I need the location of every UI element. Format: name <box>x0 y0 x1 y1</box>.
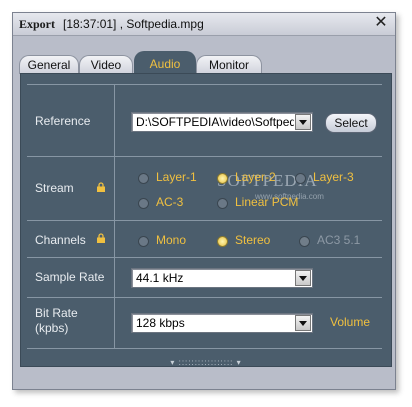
lock-icon <box>97 182 105 192</box>
resize-grip[interactable]: ▾ ::::::::::::::::: ▾ <box>151 359 261 367</box>
tab-bar: General Video Audio Monitor <box>13 51 395 74</box>
sample-rate-select[interactable]: 44.1 kHz <box>131 268 313 288</box>
select-button[interactable]: Select <box>325 113 377 133</box>
tab-audio[interactable]: Audio <box>134 51 196 74</box>
stream-label: Stream <box>35 181 74 195</box>
reference-path-value: D:\SOFTPEDIA\video\Softpedia <box>136 115 294 129</box>
lock-icon <box>97 233 105 243</box>
volume-label[interactable]: Volume <box>330 315 370 329</box>
audio-panel: SOFTPEDIA www.softpedia.com Reference D:… <box>20 73 392 367</box>
export-window: Export [18:37:01] , Softpedia.mpg ✕ Gene… <box>12 12 396 390</box>
title-bar: Export [18:37:01] , Softpedia.mpg ✕ <box>13 13 395 36</box>
close-icon[interactable]: ✕ <box>373 15 389 31</box>
reference-row: Reference D:\SOFTPEDIA\video\Softpedia S… <box>27 84 382 157</box>
app-title: Export <box>19 17 55 31</box>
reference-label: Reference <box>35 114 91 128</box>
settings-grid: Reference D:\SOFTPEDIA\video\Softpedia S… <box>27 84 382 349</box>
sample-rate-row: Sample Rate 44.1 kHz <box>27 257 382 298</box>
chevron-down-icon[interactable] <box>295 114 311 130</box>
sample-rate-label: Sample Rate <box>35 270 105 284</box>
chevron-down-icon[interactable] <box>295 270 311 286</box>
bit-rate-value: 128 kbps <box>136 316 185 330</box>
stream-row: Stream Layer-1 Layer-2 Layer-3 AC-3 Line… <box>27 156 382 221</box>
bit-rate-row: Bit Rate (kpbs) 128 kbps Volume <box>27 297 382 349</box>
channels-label: Channels <box>35 233 86 247</box>
sample-rate-value: 44.1 kHz <box>136 271 184 285</box>
tab-monitor[interactable]: Monitor <box>196 55 262 74</box>
bit-rate-unit-label: (kpbs) <box>35 321 69 335</box>
tab-general[interactable]: General <box>19 55 79 74</box>
bit-rate-select[interactable]: 128 kbps <box>131 313 313 333</box>
chevron-down-icon[interactable] <box>295 315 311 331</box>
tab-video[interactable]: Video <box>79 55 133 74</box>
file-title: [18:37:01] , Softpedia.mpg <box>63 17 204 31</box>
reference-path-select[interactable]: D:\SOFTPEDIA\video\Softpedia <box>131 112 313 132</box>
channels-row: Channels Mono Stereo AC3 5.1 <box>27 220 382 258</box>
bit-rate-label: Bit Rate <box>35 306 78 320</box>
